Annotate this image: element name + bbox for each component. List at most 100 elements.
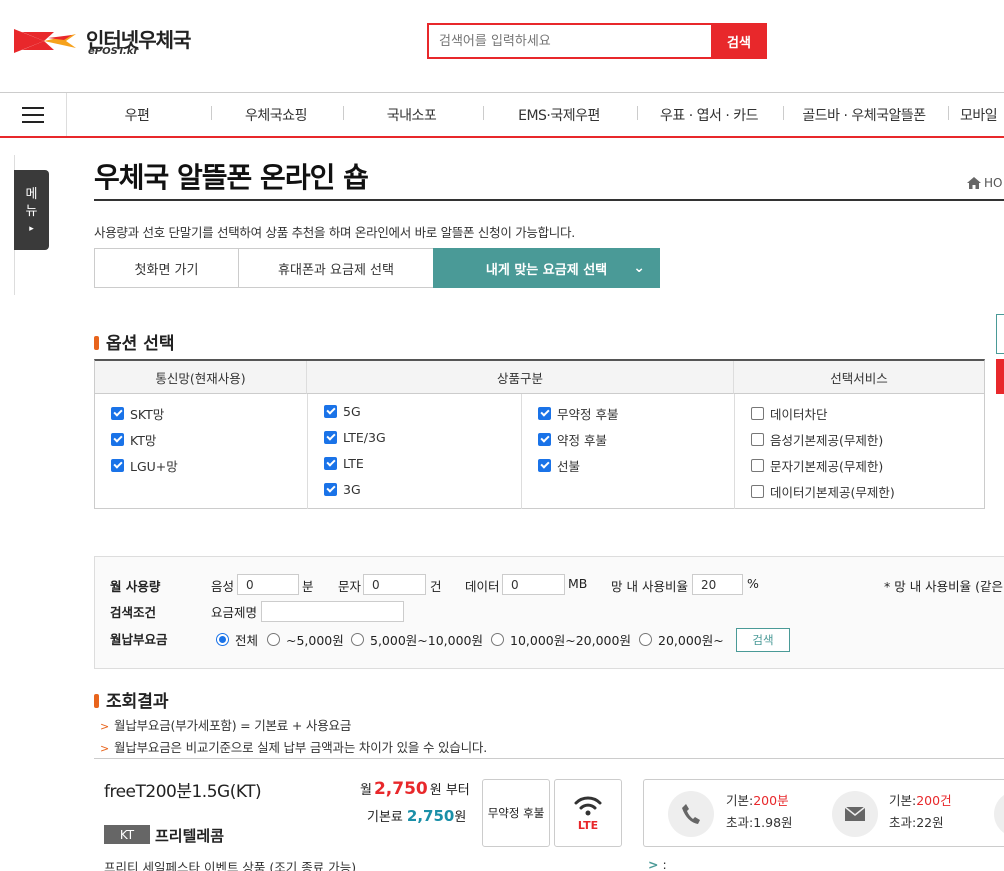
checkbox-label: 데이터기본제공(무제한) (770, 485, 895, 500)
checkbox-data-unlimited[interactable]: 데이터기본제공(무제한) (751, 482, 895, 501)
detail-link[interactable]: > : (648, 857, 667, 871)
checkbox[interactable] (324, 405, 337, 418)
checkbox-label: 무약정 후불 (557, 407, 619, 422)
network-type-label: LTE (577, 818, 599, 832)
wifi-icon (574, 796, 602, 815)
carrier-badge: KT (104, 825, 150, 844)
base-fee-value: 2,750 (406, 807, 455, 825)
chevron-down-icon: ⌄ (633, 260, 645, 276)
base-fee-label: 기본료 (367, 810, 403, 825)
radio[interactable] (267, 633, 280, 646)
nav-item-parcel[interactable]: 국내소포 (344, 93, 479, 136)
radio-label: 5,000원~10,000원 (370, 633, 483, 648)
checkbox-lte-3g[interactable]: LTE/3G (324, 430, 386, 445)
breadcrumb-home[interactable]: HO (984, 176, 1002, 190)
menu-icon[interactable] (0, 93, 67, 136)
checkbox-skt[interactable]: SKT망 (111, 404, 164, 423)
checkbox-voice-unlimited[interactable]: 음성기본제공(무제한) (751, 430, 883, 449)
radio-fee-under-5000[interactable]: ~5,000원 (267, 630, 344, 649)
checkbox[interactable] (538, 407, 551, 420)
tab-find-plan-label: 내게 맞는 요금제 선택 (485, 262, 608, 278)
checkbox[interactable] (324, 483, 337, 496)
condition-search-button[interactable]: 검색 (736, 628, 790, 652)
radio-fee-5000-10000[interactable]: 5,000원~10,000원 (351, 630, 483, 649)
checkbox[interactable] (111, 407, 124, 420)
net-ratio-input[interactable] (692, 574, 743, 595)
net-ratio-note: * 망 내 사용비율 (같은 (884, 579, 1004, 594)
checkbox[interactable] (324, 431, 337, 444)
checkbox[interactable] (538, 459, 551, 472)
checkbox-no-contract-postpaid[interactable]: 무약정 후불 (538, 404, 618, 423)
checkbox[interactable] (538, 433, 551, 446)
tab-phone-and-plan[interactable]: 휴대폰과 요금제 선택 (238, 248, 434, 288)
checkbox[interactable] (111, 433, 124, 446)
sms-input[interactable] (363, 574, 426, 595)
radio[interactable] (491, 633, 504, 646)
checkbox-lte[interactable]: LTE (324, 456, 364, 471)
checkbox[interactable] (751, 407, 764, 420)
tab-home[interactable]: 첫화면 가기 (94, 248, 239, 288)
sms-allowance: 기본:200건 초과:22원 (889, 790, 952, 834)
checkbox-5g[interactable]: 5G (324, 404, 361, 419)
result-note-text: 월납부요금은 비교기준으로 실제 납부 금액과는 차이가 있을 수 있습니다. (114, 740, 487, 755)
nav-item-goldbar-mvno[interactable]: 골드바 · 우체국알뜰폰 (784, 93, 944, 136)
checkbox-sms-unlimited[interactable]: 문자기본제공(무제한) (751, 456, 883, 475)
checkbox-kt[interactable]: KT망 (111, 430, 156, 449)
checkbox-label: 5G (343, 404, 361, 419)
search-button[interactable]: 검색 (711, 23, 767, 59)
vendor-name: 프리텔레콤 (155, 827, 225, 845)
radio[interactable] (216, 633, 229, 646)
checkbox-label: SKT망 (130, 407, 165, 422)
breadcrumb[interactable]: HO (967, 176, 1002, 190)
plan-name-input[interactable] (261, 601, 404, 622)
checkbox-label: LTE/3G (343, 430, 386, 445)
column-divider (307, 394, 308, 509)
nav-separator (948, 106, 949, 120)
checkbox[interactable] (324, 457, 337, 470)
home-icon[interactable] (967, 177, 981, 189)
checkbox-lgu[interactable]: LGU+망 (111, 456, 178, 475)
radio[interactable] (351, 633, 364, 646)
radio[interactable] (639, 633, 652, 646)
section-marker (94, 694, 99, 708)
note-arrow-icon: > (100, 720, 110, 733)
data-input[interactable] (502, 574, 565, 595)
checkbox-label: 음성기본제공(무제한) (770, 433, 884, 448)
checkbox[interactable] (751, 485, 764, 498)
voice-input[interactable] (237, 574, 299, 595)
phone-icon (668, 791, 714, 837)
checkbox-prepaid[interactable]: 선불 (538, 456, 580, 475)
checkbox[interactable] (751, 433, 764, 446)
nav-item-mail[interactable]: 우편 (67, 93, 207, 136)
radio-fee-all[interactable]: 전체 (216, 630, 258, 649)
search-input[interactable] (429, 25, 711, 57)
price-value: 2,750 (373, 779, 428, 799)
radio-label: 10,000원~20,000원 (510, 633, 631, 648)
monthly-price: 월 2,750 원 부터 (360, 779, 470, 799)
sms-base-label: 기본: (889, 793, 917, 808)
nav-item-shopping[interactable]: 우체국쇼핑 (212, 93, 340, 136)
nav-item-mobile[interactable]: 모바일 (960, 93, 1004, 136)
radio-label: 전체 (235, 633, 259, 648)
radio-fee-over-20000[interactable]: 20,000원~ (639, 630, 724, 649)
plan-name[interactable]: freeT200분1.5G(KT) (104, 777, 262, 802)
detail-link-text: : (662, 857, 667, 871)
contract-type-box: 무약정 후불 (482, 779, 550, 847)
checkbox[interactable] (111, 459, 124, 472)
search-box[interactable] (427, 23, 711, 59)
nav-item-ems[interactable]: EMS·국제우편 (484, 93, 634, 136)
tab-find-plan[interactable]: 내게 맞는 요금제 선택 ⌄ (433, 248, 660, 288)
checkbox-data-block[interactable]: 데이터차단 (751, 404, 828, 423)
result-note: > 월납부요금(부가세포함) = 기본료 + 사용요금 (100, 715, 351, 734)
checkbox[interactable] (751, 459, 764, 472)
event-note: 프리티 세일페스타 이벤트 상품 (조기 종료 가능) (104, 860, 357, 871)
side-menu-tab[interactable]: 메뉴 ▸ (14, 170, 49, 250)
epost-logo-icon[interactable] (14, 24, 80, 58)
col-service-header: 선택서비스 (734, 361, 984, 394)
checkbox-3g[interactable]: 3G (324, 482, 361, 497)
checkbox-contract-postpaid[interactable]: 약정 후불 (538, 430, 607, 449)
nav-item-stamps[interactable]: 우표 · 엽서 · 카드 (638, 93, 780, 136)
radio-fee-10000-20000[interactable]: 10,000원~20,000원 (491, 630, 631, 649)
sms-base-value: 200건 (916, 793, 952, 808)
checkbox-label: LTE (343, 456, 364, 471)
